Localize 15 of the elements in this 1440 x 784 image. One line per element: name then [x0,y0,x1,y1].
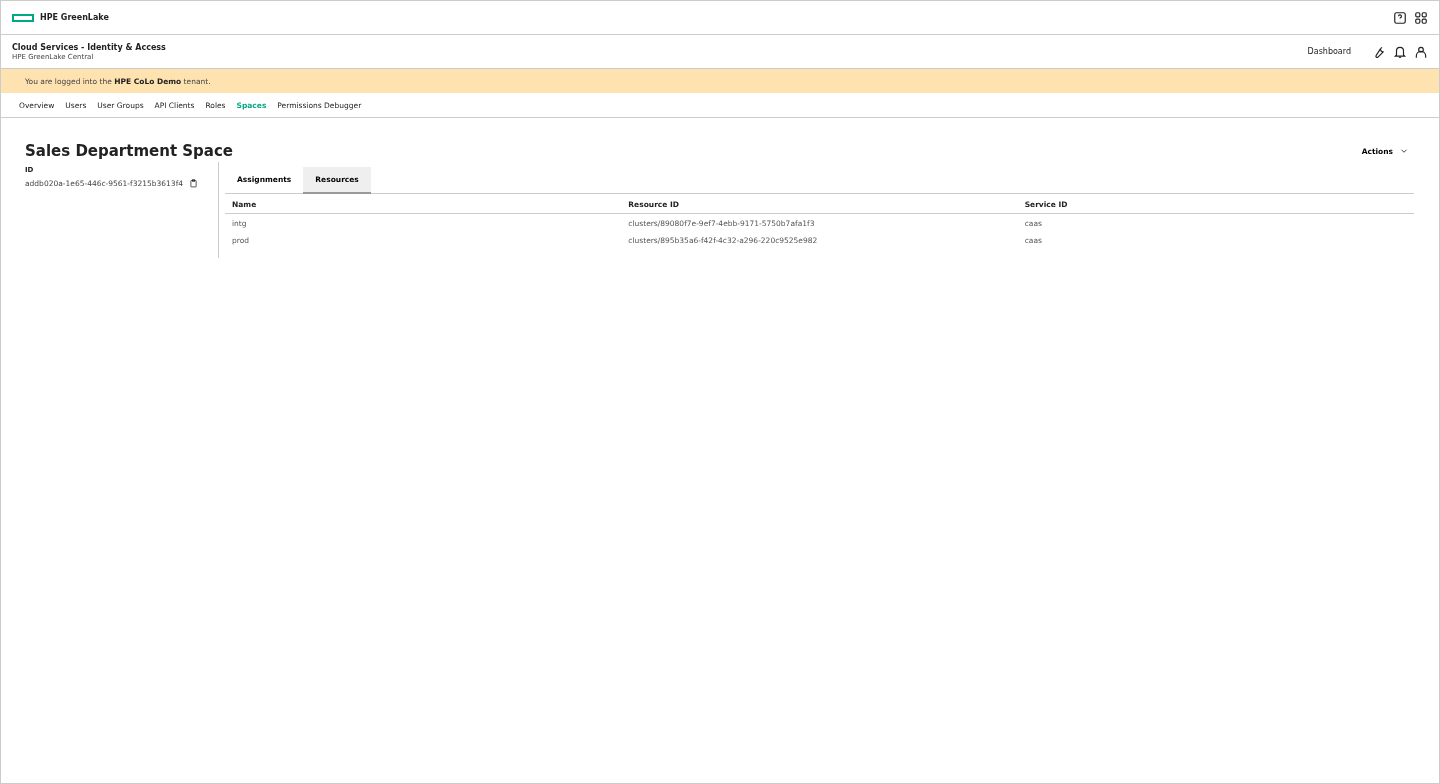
user-button[interactable] [1414,44,1428,59]
user-icon [1414,44,1428,59]
copy-button[interactable] [189,179,199,188]
grid-icon [1414,10,1428,25]
bell-icon [1393,44,1407,59]
clipboard-icon [189,179,199,188]
logo-icon [12,13,34,22]
dashboard-link[interactable]: Dashboard [1307,47,1351,56]
page-title: Sales Department Space [25,142,234,160]
bell-button[interactable] [1393,44,1407,59]
brand-name: HPE GreenLake [40,13,109,22]
app-title: Cloud Services - Identity & Access [12,42,166,52]
help-button[interactable] [1393,10,1407,25]
help-icon [1393,10,1407,25]
grid-button[interactable] [1414,10,1428,25]
